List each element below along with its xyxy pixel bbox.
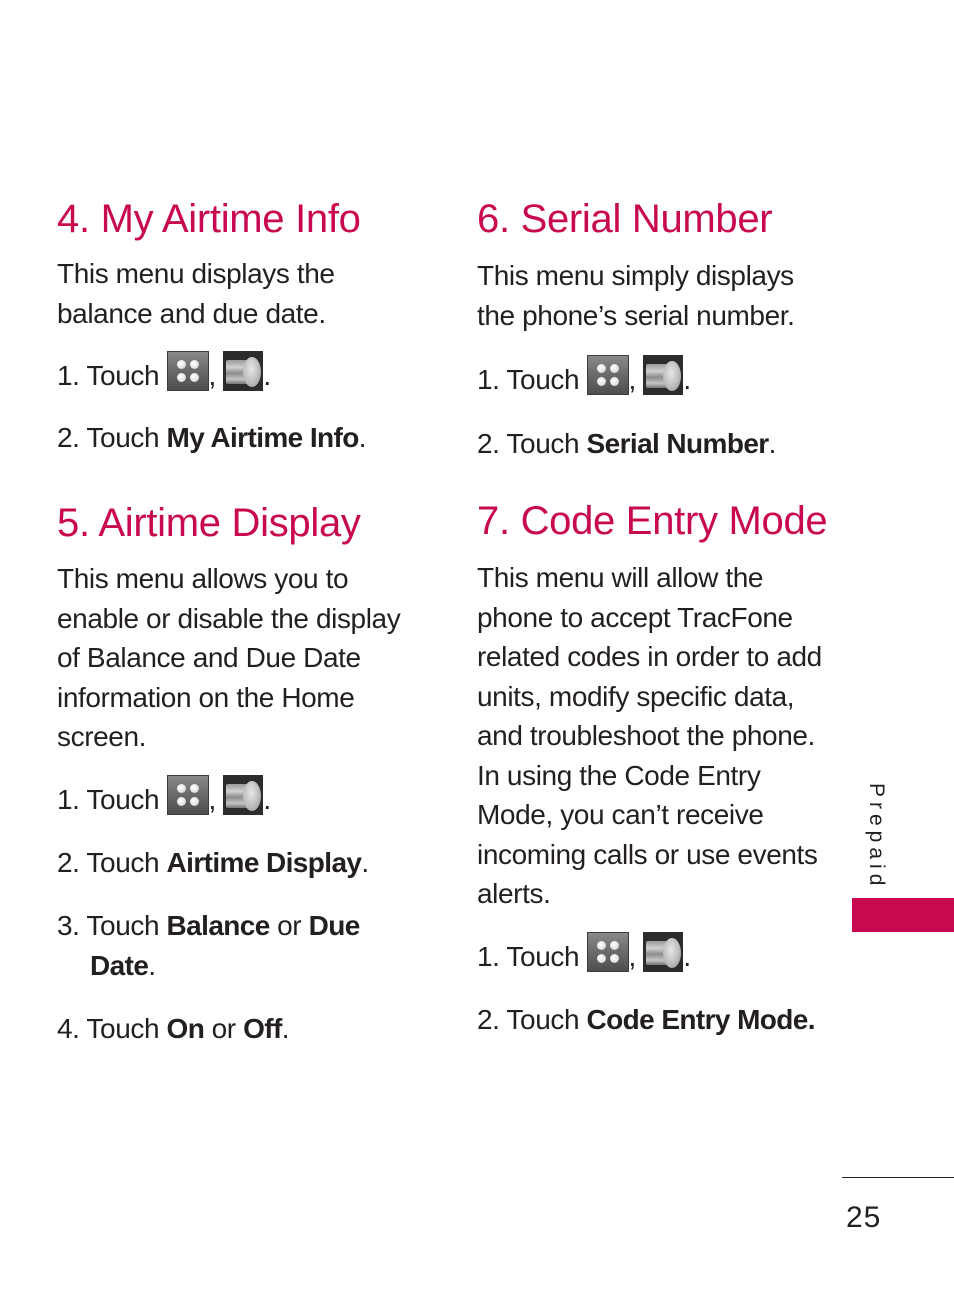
step-1: 1. Touch , . bbox=[477, 355, 847, 400]
section-description: This menu will allow the phone to accept… bbox=[477, 562, 822, 909]
section-my-airtime-info: 4. My Airtime Info This menu displays th… bbox=[57, 196, 437, 458]
section-description: This menu allows you to enable or disabl… bbox=[57, 563, 401, 752]
prepaid-icon bbox=[223, 774, 264, 815]
chapter-tab-marker bbox=[852, 898, 954, 932]
menu-option-name: Serial Number bbox=[586, 428, 770, 459]
page-number: 25 bbox=[846, 1201, 882, 1234]
menu-option-name: Airtime Display bbox=[166, 846, 362, 878]
step-2: 2. Touch My Airtime Info. bbox=[57, 422, 367, 453]
menu-option-name: Code Entry Mode. bbox=[586, 1003, 816, 1035]
step-4: 4. Touch On or Off. bbox=[57, 1012, 290, 1044]
menu-option-name: My Airtime Info bbox=[166, 422, 360, 453]
step-2: 2. Touch Serial Number. bbox=[477, 428, 776, 459]
section-airtime-display: 5. Airtime Display This menu allows you … bbox=[57, 500, 437, 1049]
section-description: This menu simply displays the phone’s se… bbox=[477, 260, 795, 331]
section-code-entry-mode: 7. Code Entry Mode This menu will allow … bbox=[477, 498, 847, 1040]
step-3: 3. Touch Balance or Due Date. bbox=[57, 909, 361, 981]
menu-grid-icon bbox=[166, 774, 209, 815]
menu-grid-icon bbox=[586, 355, 629, 395]
step-1: 1. Touch , . bbox=[57, 351, 437, 396]
option-off: Off bbox=[243, 1012, 282, 1044]
section-heading: 7. Code Entry Mode bbox=[477, 499, 828, 543]
footer-divider bbox=[842, 1177, 954, 1178]
section-heading: 4. My Airtime Info bbox=[57, 197, 361, 241]
prepaid-icon bbox=[643, 355, 684, 395]
option-balance: Balance bbox=[166, 909, 271, 941]
menu-grid-icon bbox=[586, 931, 629, 972]
menu-grid-icon bbox=[166, 351, 209, 391]
prepaid-icon bbox=[223, 351, 264, 391]
step-1: 1. Touch , . bbox=[57, 774, 437, 820]
step-1: 1. Touch , . bbox=[477, 931, 847, 977]
prepaid-icon bbox=[643, 931, 684, 972]
step-2: 2. Touch Code Entry Mode. bbox=[477, 1003, 816, 1035]
chapter-tab-label: Prepaid bbox=[865, 783, 888, 891]
option-due-date: Due bbox=[308, 909, 361, 941]
section-heading: 5. Airtime Display bbox=[57, 501, 361, 545]
section-description: This menu displays the balance and due d… bbox=[57, 258, 335, 329]
step-2: 2. Touch Airtime Display. bbox=[57, 846, 369, 878]
option-on: On bbox=[166, 1012, 205, 1044]
section-heading: 6. Serial Number bbox=[477, 197, 773, 241]
section-serial-number: 6. Serial Number This menu simply displa… bbox=[477, 196, 847, 464]
